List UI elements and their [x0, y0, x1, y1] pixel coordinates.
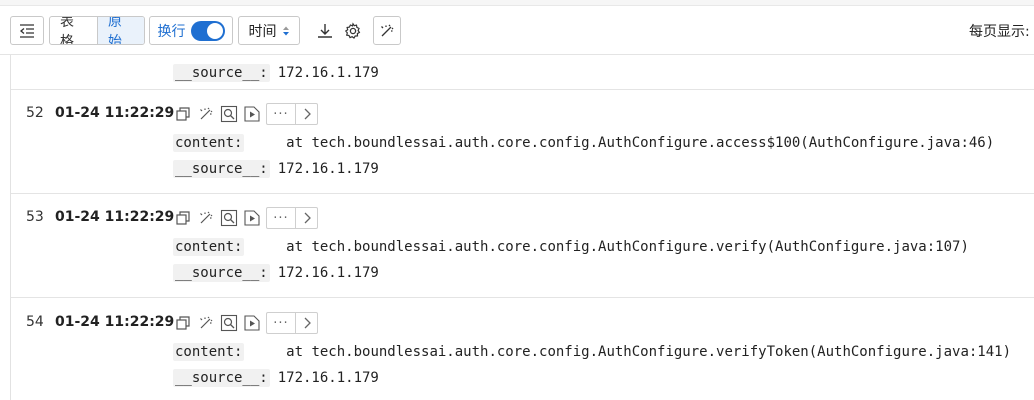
row-actions: ···: [172, 312, 318, 334]
source-value[interactable]: 172.16.1.179: [278, 370, 379, 386]
row-number: 52: [26, 105, 44, 121]
content-key: content:: [173, 134, 245, 152]
source-value[interactable]: 172.16.1.179: [278, 161, 379, 177]
more-icon[interactable]: ···: [266, 103, 296, 125]
sort-icon: [282, 25, 290, 37]
search-context-icon[interactable]: [218, 207, 240, 229]
top-divider: [0, 0, 1034, 6]
log-row: 52 01-24 11:22:29 ··· content: at tech.b…: [11, 90, 1034, 194]
log-row: 54 01-24 11:22:29 ··· content: at tech.b…: [11, 298, 1034, 400]
row-time: 01-24 11:22:29: [55, 209, 175, 225]
wrap-toggle-control[interactable]: 换行: [149, 16, 233, 45]
toolbar: 表格 原始 换行 时间 每页显示:: [0, 0, 1034, 55]
magic-wand-icon[interactable]: [195, 312, 217, 334]
content-field: content: at tech.boundlessai.auth.core.c…: [173, 132, 994, 154]
magic-wand-icon: [379, 23, 395, 39]
source-key: __source__:: [173, 369, 270, 387]
chevron-right-icon[interactable]: [296, 312, 318, 334]
log-row-partial: __source__: 172.16.1.179: [11, 55, 1034, 90]
play-icon[interactable]: [241, 103, 263, 125]
tab-raw[interactable]: 原始: [97, 17, 144, 44]
more-icon[interactable]: ···: [266, 312, 296, 334]
row-actions: ···: [172, 103, 318, 125]
source-key: __source__:: [173, 264, 270, 282]
download-icon[interactable]: [314, 20, 336, 42]
log-row: 53 01-24 11:22:29 ··· content: at tech.b…: [11, 194, 1034, 298]
content-field: content: at tech.boundlessai.auth.core.c…: [173, 236, 969, 258]
content-value[interactable]: at tech.boundlessai.auth.core.config.Aut…: [252, 344, 1011, 360]
search-context-icon[interactable]: [218, 103, 240, 125]
indent-collapse-icon: [19, 23, 35, 38]
wrap-label: 换行: [157, 23, 186, 40]
source-key: __source__:: [173, 160, 270, 178]
more-icon[interactable]: ···: [266, 207, 296, 229]
row-time: 01-24 11:22:29: [55, 105, 175, 121]
magic-wand-button[interactable]: [373, 16, 401, 45]
search-context-icon[interactable]: [218, 312, 240, 334]
content-key: content:: [173, 238, 245, 256]
source-value[interactable]: 172.16.1.179: [278, 65, 379, 81]
source-field: __source__: 172.16.1.179: [173, 158, 379, 180]
row-actions: ···: [172, 207, 318, 229]
wrap-toggle[interactable]: [190, 20, 225, 41]
tab-table[interactable]: 表格: [50, 17, 97, 44]
content-value[interactable]: at tech.boundlessai.auth.core.config.Aut…: [252, 135, 994, 151]
time-sort-button[interactable]: 时间: [238, 16, 300, 45]
source-field: __source__: 172.16.1.179: [173, 62, 379, 84]
collapse-sidebar-button[interactable]: [10, 16, 44, 45]
magic-wand-icon[interactable]: [195, 207, 217, 229]
play-icon[interactable]: [241, 312, 263, 334]
per-page-label: 每页显示:: [969, 24, 1030, 40]
source-key: __source__:: [173, 64, 270, 82]
chevron-right-icon[interactable]: [296, 103, 318, 125]
play-icon[interactable]: [241, 207, 263, 229]
content-field: content: at tech.boundlessai.auth.core.c…: [173, 341, 1011, 363]
source-value[interactable]: 172.16.1.179: [278, 265, 379, 281]
view-mode-switch: 表格 原始: [49, 16, 145, 45]
source-field: __source__: 172.16.1.179: [173, 262, 379, 284]
copy-icon[interactable]: [172, 103, 194, 125]
gear-icon[interactable]: [342, 20, 364, 42]
content-value[interactable]: at tech.boundlessai.auth.core.config.Aut…: [252, 239, 969, 255]
row-time: 01-24 11:22:29: [55, 314, 175, 330]
copy-icon[interactable]: [172, 207, 194, 229]
chevron-right-icon[interactable]: [296, 207, 318, 229]
row-number: 53: [26, 209, 44, 225]
source-field: __source__: 172.16.1.179: [173, 367, 379, 389]
copy-icon[interactable]: [172, 312, 194, 334]
time-sort-label: 时间: [248, 23, 277, 40]
magic-wand-icon[interactable]: [195, 103, 217, 125]
content-key: content:: [173, 343, 245, 361]
row-number: 54: [26, 314, 44, 330]
log-list: __source__: 172.16.1.179 52 01-24 11:22:…: [10, 55, 1034, 400]
